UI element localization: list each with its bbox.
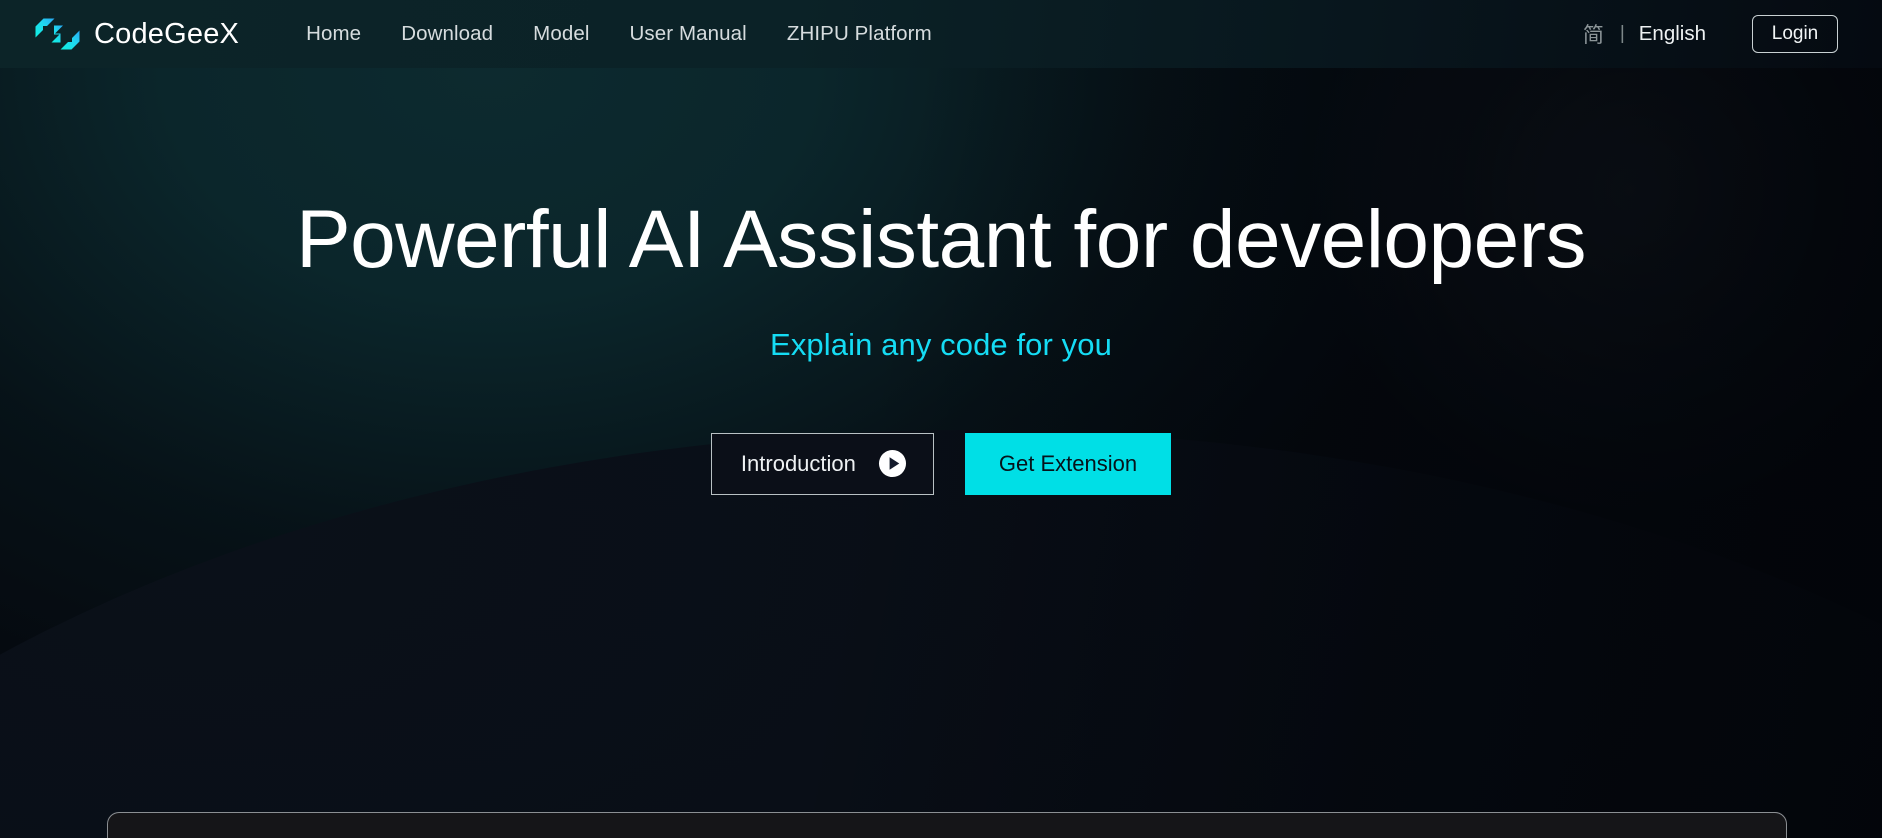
hero-subtitle: Explain any code for you — [770, 326, 1112, 362]
introduction-button-label: Introduction — [740, 450, 856, 476]
brand-name: CodeGeeX — [94, 17, 240, 50]
nav-item-home[interactable]: Home — [306, 22, 361, 46]
login-button[interactable]: Login — [1752, 15, 1838, 53]
nav-item-zhipu-platform[interactable]: ZHIPU Platform — [787, 22, 932, 46]
introduction-button[interactable]: Introduction — [710, 432, 934, 495]
hero-section: Powerful AI Assistant for developers Exp… — [0, 68, 1882, 495]
language-separator: | — [1619, 23, 1625, 44]
get-extension-button[interactable]: Get Extension — [964, 432, 1172, 495]
nav-item-model[interactable]: Model — [533, 22, 589, 46]
language-option-chinese[interactable]: 简 — [1581, 19, 1606, 49]
main-navigation: Home Download Model User Manual ZHIPU Pl… — [306, 22, 932, 46]
language-option-english[interactable]: English — [1639, 22, 1706, 46]
brand-logo[interactable]: CodeGeeX — [34, 14, 239, 54]
nav-item-user-manual[interactable]: User Manual — [630, 22, 747, 46]
page-root: CodeGeeX Home Download Model User Manual… — [0, 0, 1882, 838]
hero-action-buttons: Introduction Get Extension — [0, 432, 1882, 495]
content-panel — [107, 812, 1787, 838]
header-right-controls: 简 | English Login — [1581, 15, 1838, 53]
play-circle-icon — [878, 450, 906, 478]
site-header: CodeGeeX Home Download Model User Manual… — [0, 0, 1882, 68]
page-title: Powerful AI Assistant for developers — [295, 194, 1587, 285]
language-switcher: 简 | English — [1581, 19, 1706, 49]
nav-item-download[interactable]: Download — [401, 22, 493, 46]
code-brackets-logo-icon — [35, 18, 80, 50]
